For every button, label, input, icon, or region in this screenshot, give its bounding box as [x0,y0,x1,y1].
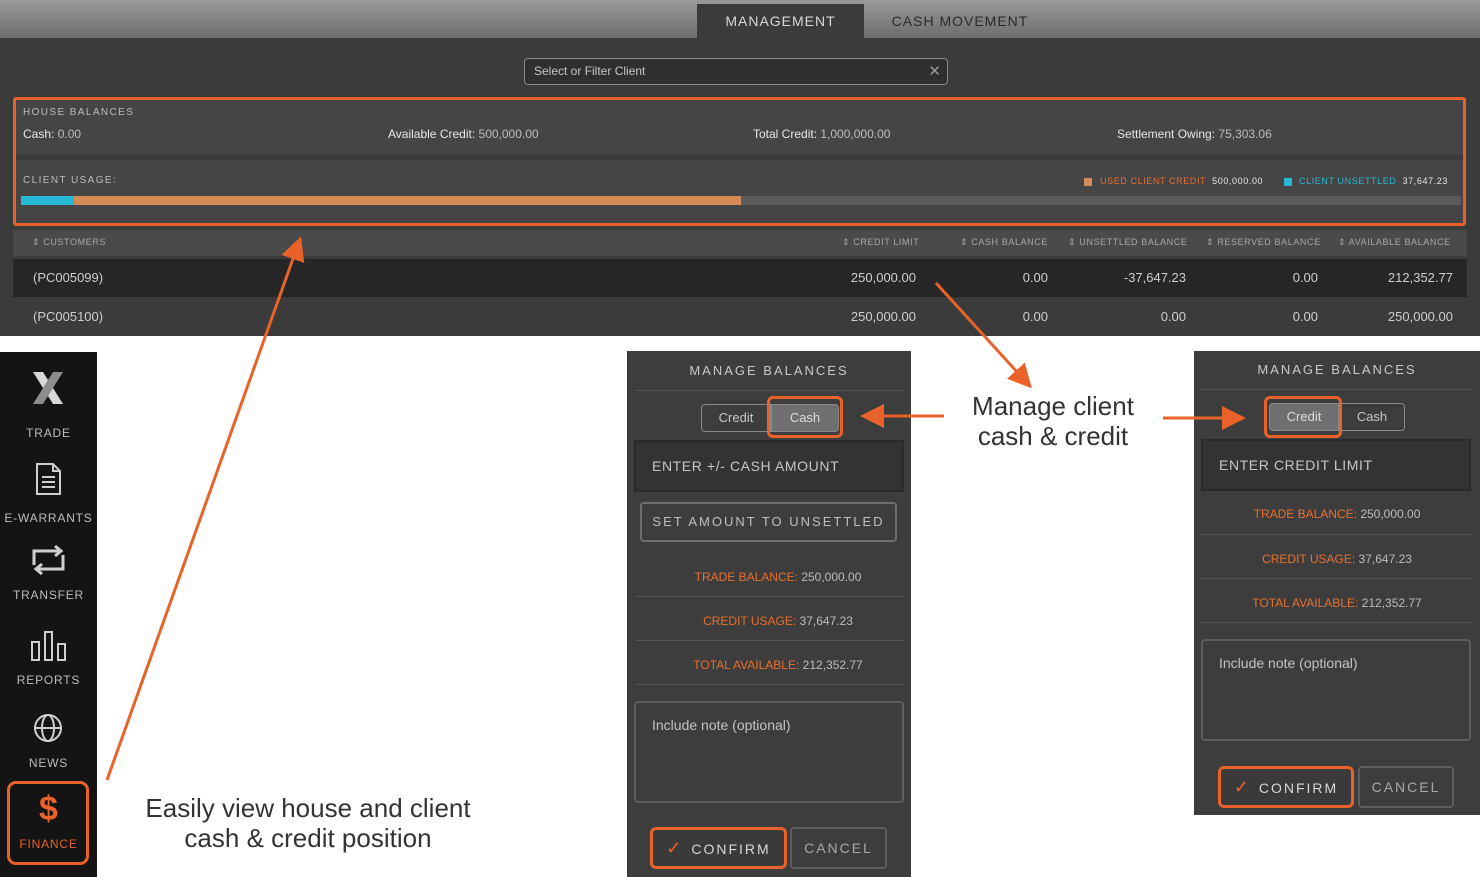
arrow-to-client-row [934,281,1033,389]
arrow-to-house-balances [105,236,305,781]
annotation-arrows [105,236,1246,781]
